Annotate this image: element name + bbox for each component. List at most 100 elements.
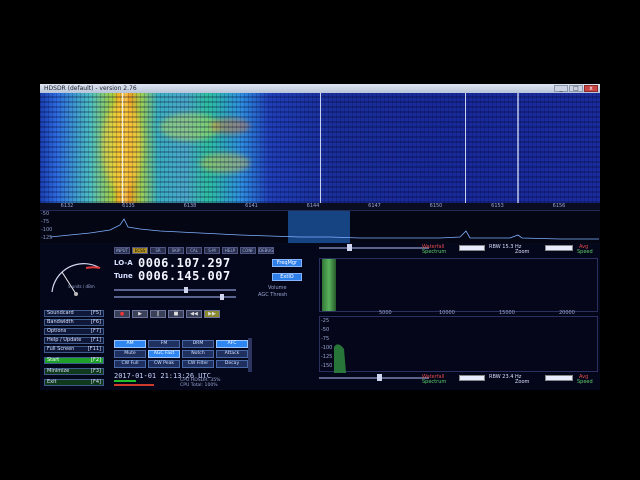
audio-waterfall-controls: Waterfall Spectrum RBW 15.3 Hz Zoom Avg …: [317, 244, 600, 255]
speed-label: Speed: [577, 249, 593, 255]
audio-spectrum-trace: [334, 344, 346, 373]
frequency-tick: 6156: [552, 203, 566, 209]
title-bar[interactable]: HDSDR (default) - version 2.76 _ □ x: [40, 84, 600, 93]
toolbar-button[interactable]: CONF: [240, 247, 256, 254]
close-icon[interactable]: x: [584, 85, 598, 92]
rbw-box[interactable]: [459, 245, 485, 251]
hdsdr-window: HDSDR (default) - version 2.76 _ □ x 613…: [40, 84, 600, 390]
rf-spectrum[interactable]: -50 -75 -100 -125: [40, 210, 600, 243]
cpu-status: CPU HDSDR: 35% CPU Total: 100%: [180, 378, 221, 388]
tune-label: Tune: [114, 272, 133, 280]
forward-button[interactable]: ▶▶: [204, 310, 220, 318]
exit-button[interactable]: Exit [F4]: [44, 379, 104, 386]
control-area: INPUT ECSS SR SKIP CAL S-M HELP CONF DEB…: [40, 244, 600, 390]
lo-frequency[interactable]: 0006.107.297: [138, 256, 231, 270]
audio-panel: Waterfall Spectrum RBW 15.3 Hz Zoom Avg …: [317, 244, 600, 390]
spectrum-slider-knob[interactable]: [377, 374, 382, 381]
frequency-tick: 6138: [183, 203, 197, 209]
frequency-tick: 6153: [491, 203, 504, 209]
bandwidth-button[interactable]: Bandwidth [F6]: [44, 319, 104, 326]
soundcard-button[interactable]: Soundcard [F5]: [44, 310, 104, 317]
frequency-tick: 6150: [429, 203, 443, 209]
mode-button-am[interactable]: AM: [114, 340, 146, 348]
maximize-icon[interactable]: □: [569, 85, 583, 92]
cw-full-button[interactable]: CW Full: [114, 360, 146, 368]
full-screen-button[interactable]: Full Screen [F11]: [44, 346, 104, 353]
rbw-box[interactable]: [459, 375, 485, 381]
frequency-tick: 6135: [122, 203, 135, 209]
toolbar-button[interactable]: S-M: [204, 247, 220, 254]
start-button[interactable]: Start [F2]: [44, 357, 104, 364]
lo-label: LO-A: [114, 259, 133, 267]
pause-button[interactable]: ‖: [150, 310, 166, 318]
cw-filter-button[interactable]: CW Filter: [182, 360, 214, 368]
volume-slider[interactable]: [114, 289, 236, 291]
play-button[interactable]: ▶: [132, 310, 148, 318]
frequency-tick: 6147: [368, 203, 381, 209]
cpu-total: CPU Total: 100%: [180, 383, 218, 388]
mode-buttons: AM FM DRM AFC Mute AGC Fast Notch Attack…: [114, 340, 250, 370]
record-button[interactable]: ●: [114, 310, 130, 318]
toolbar-button[interactable]: CAL: [186, 247, 202, 254]
rf-waterfall[interactable]: [40, 93, 600, 203]
stop-button[interactable]: ■: [168, 310, 184, 318]
audio-spectrum[interactable]: -25 -50 -75 -100 -125 -150: [319, 316, 598, 373]
audio-signal: [322, 259, 336, 311]
toolbar-button[interactable]: DEBUG: [258, 247, 274, 254]
spectrum-trace: [49, 218, 599, 240]
minimize-icon[interactable]: _: [554, 85, 568, 92]
mode-button-fm[interactable]: FM: [148, 340, 180, 348]
spectrum-label: Spectrum: [422, 379, 447, 385]
agc-label: AGC Thresh: [258, 292, 288, 298]
agc-slider[interactable]: [114, 296, 236, 298]
mode-button-drm[interactable]: DRM: [182, 340, 214, 348]
toolbar-button[interactable]: INPUT: [114, 247, 130, 254]
toolbar-button[interactable]: HELP: [222, 247, 238, 254]
audio-spectrum-controls: Waterfall Spectrum RBW 23.4 Hz Zoom Avg …: [317, 374, 600, 385]
frequency-tick: 6144: [306, 203, 320, 209]
audio-waterfall[interactable]: [319, 258, 598, 312]
waterfall-slider[interactable]: [319, 247, 429, 249]
avg-box[interactable]: [545, 245, 573, 251]
agc-knob[interactable]: [220, 294, 224, 300]
audio-y-label: -100: [321, 345, 333, 351]
speed-label: Speed: [577, 379, 593, 385]
audio-y-label: -150: [321, 363, 333, 369]
extio-button[interactable]: ExtIO: [272, 273, 302, 281]
cw-peak-button[interactable]: CW Peak: [148, 360, 180, 368]
options-button[interactable]: Options [F7]: [44, 328, 104, 335]
spectrum-label: Spectrum: [422, 249, 447, 255]
toolbar-button[interactable]: SKIP: [168, 247, 184, 254]
toolbar-button[interactable]: SR: [150, 247, 166, 254]
left-panel: INPUT ECSS SR SKIP CAL S-M HELP CONF DEB…: [40, 244, 315, 390]
frequency-tick: 6141: [245, 203, 258, 209]
volume-knob[interactable]: [184, 287, 188, 293]
s-meter: S units / dBm: [46, 254, 104, 298]
help-update-button[interactable]: Help / Update [F1]: [44, 337, 104, 344]
minimize-button[interactable]: Minimize [F3]: [44, 368, 104, 375]
audio-y-label: -25: [321, 318, 330, 324]
audio-y-label: -125: [321, 354, 333, 360]
tune-frequency[interactable]: 0006.145.007: [138, 269, 231, 283]
window-title: HDSDR (default) - version 2.76: [44, 85, 137, 92]
s-meter-dial: [51, 263, 101, 296]
agc-fast-button[interactable]: AGC Fast: [148, 350, 180, 358]
toolbar-button[interactable]: ECSS: [132, 247, 148, 254]
mode-button-afc[interactable]: AFC: [216, 340, 248, 348]
mute-button[interactable]: Mute: [114, 350, 146, 358]
notch-button[interactable]: Notch: [182, 350, 214, 358]
rewind-button[interactable]: ◀◀: [186, 310, 202, 318]
attack-button[interactable]: Attack: [216, 350, 248, 358]
frequency-scale[interactable]: 6132 6135 6138 6141 6144 6147 6150 6153 6156: [40, 203, 600, 210]
waterfall-slider-knob[interactable]: [347, 244, 352, 251]
decay-button[interactable]: Decay: [216, 360, 248, 368]
level-bars: [114, 380, 174, 387]
spectrum-slider[interactable]: [319, 377, 429, 379]
audio-y-label: -50: [321, 327, 330, 333]
squelch-slider[interactable]: [248, 338, 252, 372]
zoom-label: Zoom: [515, 379, 530, 385]
frequency-tick: 6132: [60, 203, 74, 209]
freqmgr-button[interactable]: FreqMgr: [272, 259, 302, 267]
window-controls: _ □ x: [554, 85, 598, 92]
avg-box[interactable]: [545, 375, 573, 381]
